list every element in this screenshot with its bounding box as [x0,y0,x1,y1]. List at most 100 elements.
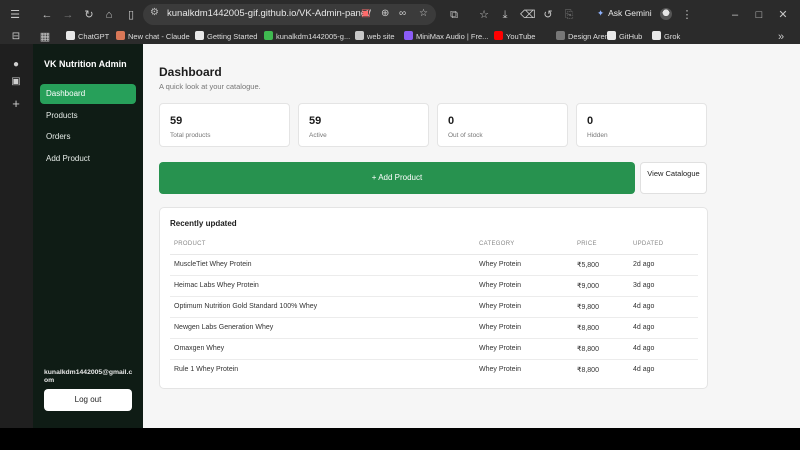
bookmark-item[interactable]: Grok [652,31,680,42]
updated-cell: 4d ago [629,338,698,360]
stat-card-total-products: 59 Total products [159,103,290,147]
bookmark-label: YouTube [506,32,536,41]
updated-cell: 4d ago [629,296,698,318]
bookmark-label: New chat - Claude [128,32,190,41]
more-bookmarks-icon[interactable]: » [774,30,788,44]
browser-toolbar: ☰ ← → ↻ ⌂ ▯ ⚙ kunalkdm1442005-gif.github… [0,0,800,29]
bookmark-item[interactable]: MiniMax Audio | Fre... [404,31,488,42]
screen: ☰ ← → ↻ ⌂ ▯ ⚙ kunalkdm1442005-gif.github… [0,0,800,428]
logout-button[interactable]: Log out [44,389,132,411]
table-row[interactable]: Newgen Labs Generation Whey Whey Protein ₹… [170,317,698,339]
site-info-icon[interactable]: ⚙ [150,7,159,18]
price-cell: ₹9,800 [573,296,629,318]
bookmark-item[interactable]: Getting Started [195,31,257,42]
reload-icon[interactable]: ↻ [82,8,96,22]
bookmark-label: kunalkdm1442005-g... [276,32,351,41]
bookmark-item[interactable]: Design Arena [556,31,613,42]
forward-icon[interactable]: → [61,8,75,22]
bookmark-favicon-icon [607,31,616,40]
tab-search-icon[interactable]: ☰ [8,8,22,22]
sidebar-item-orders[interactable]: Orders [40,127,136,147]
profile-avatar[interactable] [660,8,672,20]
table-row[interactable]: Optimum Nutrition Gold Standard 100% Whe… [170,296,698,318]
browser-side-rail: ⊟ ● ▣ + [0,31,33,428]
bookmark-favicon-icon [355,31,364,40]
close-icon[interactable]: ✕ [776,8,790,22]
chat-icon[interactable]: ▣ [10,76,22,88]
menu-icon[interactable]: ⋮ [680,8,694,22]
add-icon[interactable]: + [10,97,22,110]
column-header-price: PRICE [573,235,629,255]
bookmark-favicon-icon [652,31,661,40]
price-cell: ₹5,800 [573,254,629,276]
bookmark-item[interactable]: ChatGPT [66,31,109,42]
category-cell: Whey Protein [475,296,573,318]
reader-icon[interactable]: ▯ [124,8,138,22]
sidebar-item-dashboard[interactable]: Dashboard [40,84,136,104]
bookmark-favicon-icon [556,31,565,40]
bookmark-favicon-icon [404,31,413,40]
bookmark-label: MiniMax Audio | Fre... [416,32,489,41]
bottom-black-bar [0,428,800,450]
apps-icon[interactable]: ▦ [38,30,52,44]
translate-icon[interactable]: ⎘ [562,8,576,22]
main-content: Dashboard A quick look at your catalogue… [143,44,800,428]
bookmark-label: web site [367,32,395,41]
reading-mode-icon[interactable]: ∞ [399,8,406,19]
address-bar[interactable]: ⚙ kunalkdm1442005-gif.github.io/VK-Admin… [143,4,436,25]
bookmark-star-icon[interactable]: ☆ [419,8,428,19]
bookmarks-icon[interactable]: ☆ [477,8,491,22]
table-row[interactable]: Heimac Labs Whey Protein Whey Protein ₹9,0… [170,275,698,297]
gemini-icon: ✦ [597,8,605,18]
recently-updated-table: PRODUCT CATEGORY PRICE UPDATED MuscleTie… [170,235,698,380]
minimize-icon[interactable]: – [728,8,742,22]
github-icon[interactable]: ● [10,59,22,71]
extension-icon[interactable]: ▣ [361,8,370,19]
home-icon[interactable]: ⌂ [102,8,116,22]
product-cell: Heimac Labs Whey Protein [170,275,475,297]
bookmark-favicon-icon [264,31,273,40]
maximize-icon[interactable]: □ [752,8,766,22]
bookmark-favicon-icon [195,31,204,40]
bookmark-item[interactable]: GitHub [607,31,642,42]
sidebar-toggle-icon[interactable]: ⊟ [10,31,22,43]
category-cell: Whey Protein [475,275,573,297]
sidebar-item-add-product[interactable]: Add Product [40,149,136,169]
extensions-icon[interactable]: ⧉ [447,8,461,22]
stat-card-hidden: 0 Hidden [576,103,707,147]
stat-card-active: 59 Active [298,103,429,147]
bookmark-item[interactable]: web site [355,31,395,42]
stat-value: 0 [448,115,455,127]
view-catalogue-button[interactable]: View Catalogue [640,162,707,194]
bookmark-item[interactable]: YouTube [494,31,535,42]
updated-cell: 2d ago [629,254,698,276]
table-row[interactable]: Omaxgen Whey Whey Protein ₹8,800 4d ago [170,338,698,360]
ask-gemini-button[interactable]: ✦ Ask Gemini [597,8,652,19]
ask-gemini-label: Ask Gemini [608,8,652,18]
table-row[interactable]: MuscleTiet Whey Protein Whey Protein ₹5,80… [170,254,698,276]
bookmark-item[interactable]: New chat - Claude [116,31,190,42]
bookmark-item[interactable]: kunalkdm1442005-g... [264,31,350,42]
delete-icon[interactable]: ⌫ [520,8,536,22]
column-header-category: CATEGORY [475,235,573,255]
stat-label: Active [309,132,327,139]
bookmark-favicon-icon [66,31,75,40]
download-icon[interactable]: ⤓ [498,8,512,22]
page-subtitle: A quick look at your catalogue. [159,82,261,91]
bookmark-label: ChatGPT [78,32,110,41]
history-icon[interactable]: ↺ [541,8,555,22]
product-cell: Rule 1 Whey Protein [174,366,239,374]
zoom-icon[interactable]: ⊕ [381,8,389,19]
sidebar-item-products[interactable]: Products [40,106,136,126]
product-cell: Omaxgen Whey [170,338,475,360]
category-cell: Whey Protein [475,317,573,339]
user-email: kunalkdm1442005@gmail.com [44,369,133,384]
add-product-button[interactable]: + Add Product [159,162,635,194]
updated-cell: 3d ago [629,275,698,297]
table-row[interactable]: Rule 1 Whey Protein Whey Protein ₹8,800 4d … [170,359,698,380]
product-cell: Optimum Nutrition Gold Standard 100% Whe… [170,296,475,318]
bookmark-label: Grok [664,32,681,41]
back-icon[interactable]: ← [40,8,54,22]
bookmark-label: Getting Started [207,32,258,41]
app-sidebar: VK Nutrition Admin Dashboard Products Orde… [33,44,143,428]
